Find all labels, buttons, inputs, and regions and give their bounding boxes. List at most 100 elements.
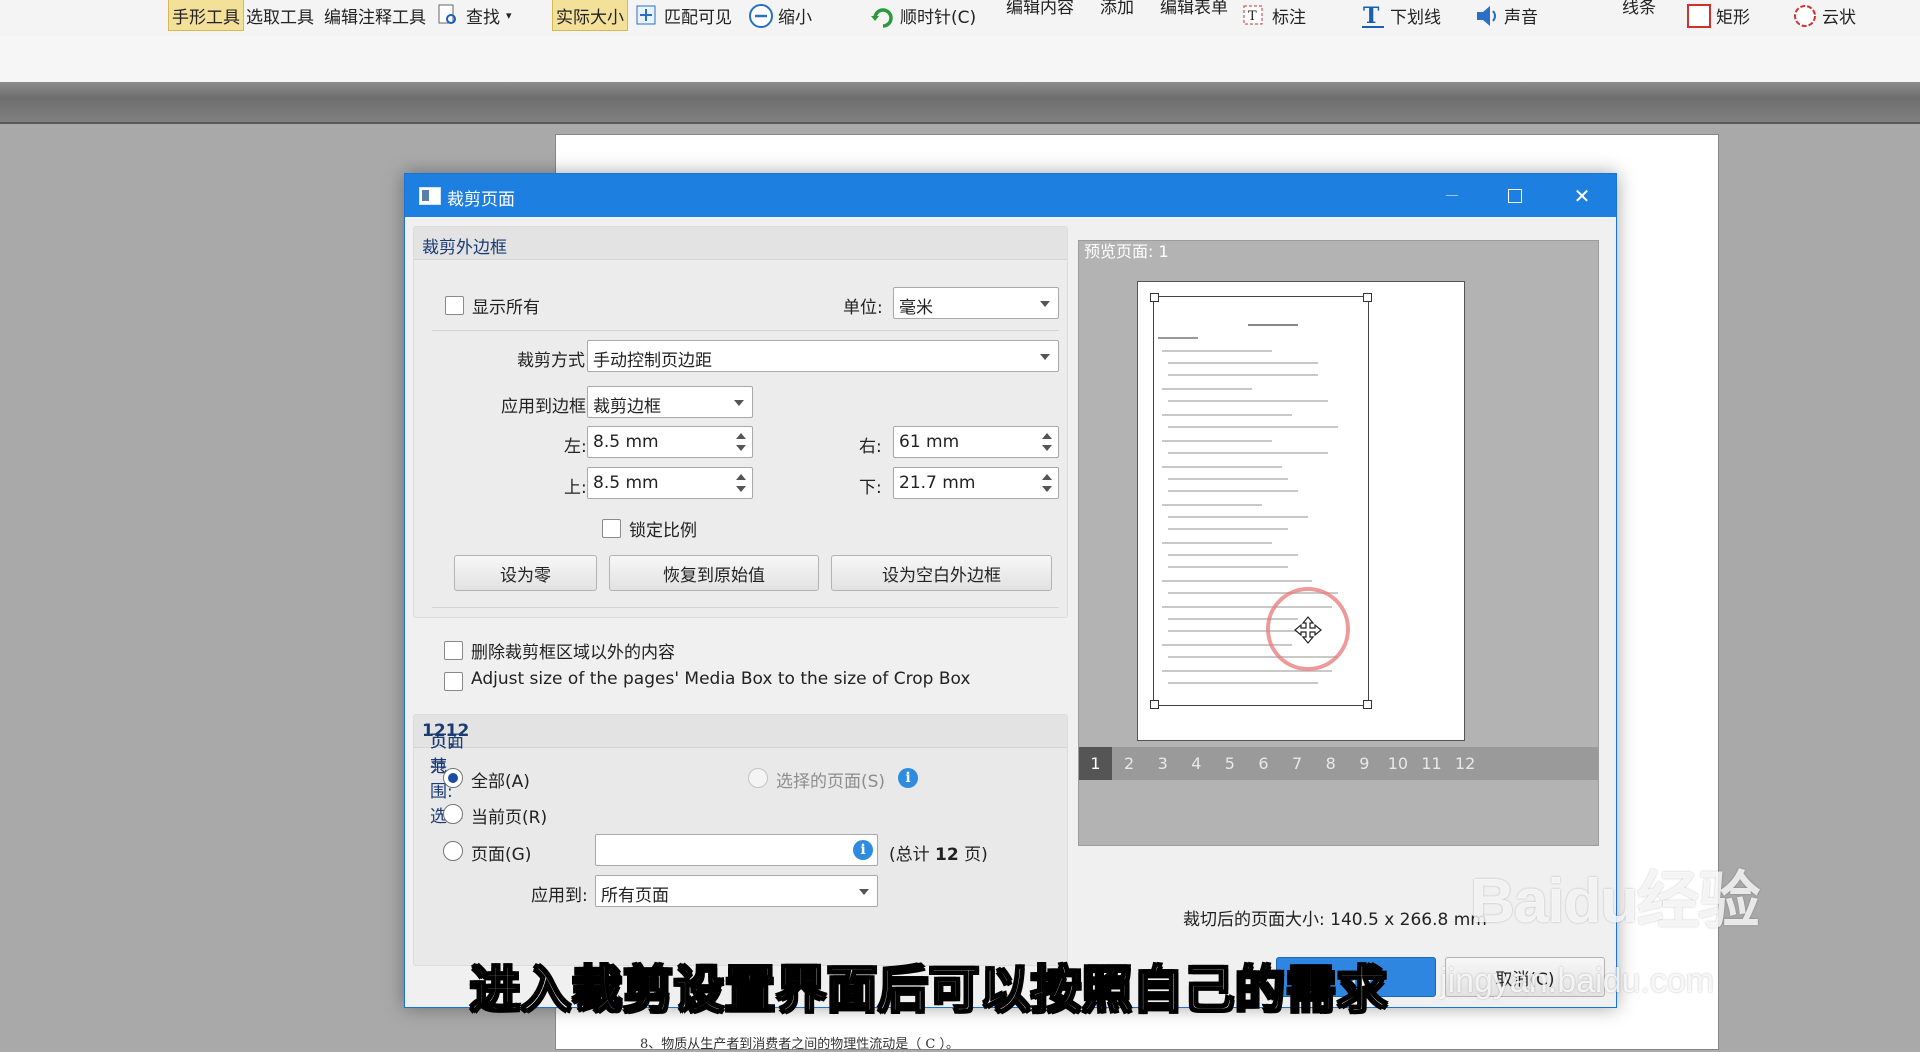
set-zero-button[interactable]: 设为零	[454, 555, 597, 591]
dialog-title: 裁剪页面	[447, 190, 515, 210]
pages-radio[interactable]	[443, 841, 463, 861]
total-pages-text: (总计 12 页)	[889, 840, 988, 865]
underline-button[interactable]: T 下划线	[1360, 0, 1441, 30]
preview-page-9[interactable]: 9	[1348, 747, 1381, 780]
svg-text:T: T	[1248, 9, 1257, 24]
add-button[interactable]: 添加	[1100, 0, 1134, 20]
preview-panel: 预览页面: 1 1 2 3 4 5 6 7 8 9 10 11 12	[1078, 240, 1599, 846]
top-margin-label: 上:	[564, 478, 587, 498]
dialog-titlebar[interactable]: 裁剪页面 ✕	[405, 174, 1616, 217]
right-margin-label: 右:	[859, 437, 882, 457]
close-button[interactable]: ✕	[1549, 174, 1615, 217]
top-margin-spinbox[interactable]: 8.5 mm	[587, 467, 753, 499]
preview-page-3[interactable]: 3	[1146, 747, 1179, 780]
spin-down-icon[interactable]	[736, 486, 746, 492]
chevron-down-icon	[1040, 301, 1050, 307]
rotate-clockwise-icon	[870, 3, 894, 28]
preview-page-4[interactable]: 4	[1180, 747, 1213, 780]
crop-handle-top-right[interactable]	[1363, 293, 1372, 302]
crop-handle-bottom-right[interactable]	[1363, 700, 1372, 709]
cloud-button[interactable]: 云状	[1792, 0, 1856, 30]
rectangle-button[interactable]: 矩形	[1686, 0, 1750, 30]
minimize-button[interactable]	[1419, 174, 1485, 217]
preview-page-10[interactable]: 10	[1381, 747, 1414, 780]
info-icon[interactable]: i	[853, 840, 873, 860]
page-range-suffix: 页	[430, 732, 447, 752]
find-button[interactable]: 查找 ▾	[436, 0, 512, 30]
divider	[432, 330, 1059, 331]
unit-label: 单位:	[843, 298, 883, 318]
bottom-margin-spinbox[interactable]: 21.7 mm	[893, 467, 1059, 499]
hand-tool-button[interactable]: 手形工具	[168, 0, 244, 31]
zoom-out-button[interactable]: 缩小	[748, 0, 812, 30]
edit-content-label: 编辑内容	[1006, 0, 1074, 18]
fit-visible-label: 匹配可见	[664, 7, 732, 28]
annotate-button[interactable]: T 标注	[1242, 0, 1306, 30]
preview-page-thumbnail[interactable]	[1137, 281, 1465, 741]
preview-page-5[interactable]: 5	[1213, 747, 1246, 780]
all-pages-radio[interactable]	[443, 768, 463, 788]
select-tool-button[interactable]: 选取工具	[246, 0, 314, 30]
lock-ratio-label: 锁定比例	[629, 521, 697, 541]
show-all-checkbox[interactable]	[445, 296, 464, 315]
spin-down-icon[interactable]	[736, 445, 746, 451]
set-blank-margins-button[interactable]: 设为空白外边框	[831, 555, 1052, 591]
preview-page-2[interactable]: 2	[1113, 747, 1146, 780]
unit-select[interactable]: 毫米	[893, 287, 1059, 319]
unit-select-value: 毫米	[899, 298, 933, 318]
chevron-down-icon: ▾	[506, 8, 512, 22]
restore-original-button[interactable]: 恢复到原始值	[609, 555, 819, 591]
preview-page-6[interactable]: 6	[1247, 747, 1280, 780]
maximize-button[interactable]	[1482, 174, 1548, 217]
current-page-radio[interactable]	[443, 804, 463, 824]
rectangle-icon	[1686, 3, 1711, 28]
line-button[interactable]: 线条	[1622, 0, 1656, 20]
crop-dialog-icon	[419, 187, 441, 205]
preview-page-1[interactable]: 1	[1079, 747, 1112, 780]
pages-input[interactable]: i	[595, 834, 878, 866]
zoom-out-label: 缩小	[778, 7, 812, 28]
watermark-logo: Baidu经验	[1470, 867, 1760, 936]
preview-page-11[interactable]: 11	[1415, 747, 1448, 780]
spin-down-icon[interactable]	[1042, 486, 1052, 492]
edit-form-button[interactable]: 编辑表单	[1160, 0, 1228, 20]
spin-up-icon[interactable]	[736, 474, 746, 480]
spin-up-icon[interactable]	[1042, 474, 1052, 480]
delete-outside-checkbox[interactable]	[444, 641, 463, 660]
crop-box-header: 裁剪外边框	[414, 227, 1067, 260]
lock-ratio-checkbox[interactable]	[602, 519, 621, 538]
preview-header: 预览页面: 1	[1084, 242, 1169, 261]
preview-page-12[interactable]: 12	[1449, 747, 1482, 780]
rectangle-label: 矩形	[1716, 7, 1750, 28]
sound-button[interactable]: 声音	[1474, 0, 1538, 30]
spin-down-icon[interactable]	[1042, 445, 1052, 451]
find-label: 查找	[466, 7, 500, 28]
spin-up-icon[interactable]	[1042, 433, 1052, 439]
preview-page-8[interactable]: 8	[1314, 747, 1347, 780]
crop-handle-bottom-left[interactable]	[1150, 700, 1159, 709]
top-margin-value: 8.5 mm	[593, 473, 659, 493]
toolbar-band	[0, 36, 1920, 82]
subtitle-caption: 进入裁剪设置界面后可以按照自己的需求	[469, 960, 1388, 1020]
fit-visible-button[interactable]: 匹配可见	[634, 0, 732, 30]
apply-to-box-select[interactable]: 裁剪边框	[587, 386, 753, 418]
rotate-cw-button[interactable]: 顺时针(C)	[870, 0, 976, 30]
preview-page-7[interactable]: 7	[1281, 747, 1314, 780]
adjust-media-box-checkbox[interactable]	[444, 672, 463, 691]
left-margin-spinbox[interactable]: 8.5 mm	[587, 426, 753, 458]
edit-comment-tool-button[interactable]: 编辑注释工具	[324, 0, 426, 30]
apply-to-value: 所有页面	[601, 886, 669, 906]
apply-to-select[interactable]: 所有页面	[595, 875, 878, 907]
total-suffix: 页)	[958, 845, 988, 865]
selected-pages-radio[interactable]	[748, 768, 768, 788]
spin-up-icon[interactable]	[736, 433, 746, 439]
zoom-out-icon	[748, 3, 773, 28]
crop-handle-top-left[interactable]	[1150, 293, 1159, 302]
crop-mode-select[interactable]: 手动控制页边距	[587, 340, 1059, 372]
info-icon[interactable]: i	[898, 768, 918, 788]
actual-size-button[interactable]: 实际大小	[552, 0, 628, 31]
annotate-label: 标注	[1272, 7, 1306, 28]
line-label: 线条	[1622, 0, 1656, 18]
edit-content-button[interactable]: 编辑内容	[1006, 0, 1074, 20]
right-margin-spinbox[interactable]: 61 mm	[893, 426, 1059, 458]
